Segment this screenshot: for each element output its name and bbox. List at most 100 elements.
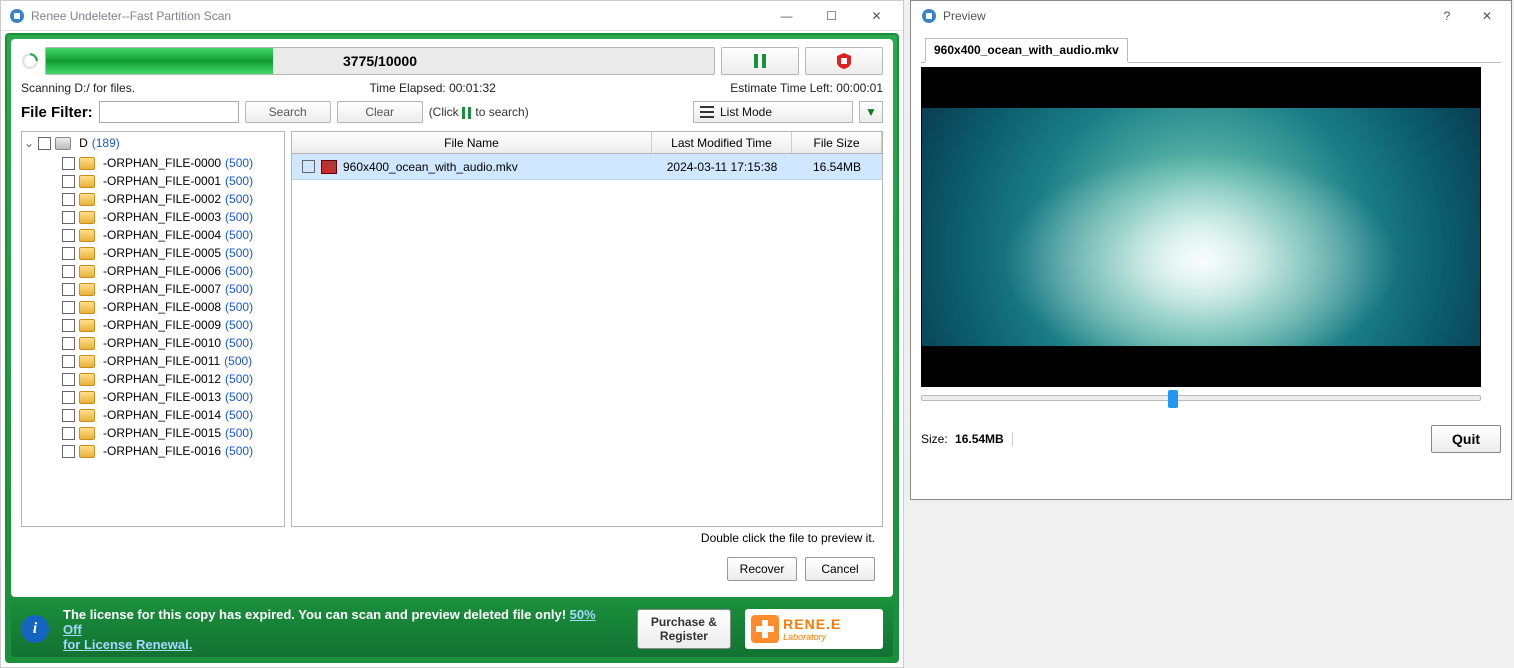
minimize-button[interactable]: — bbox=[764, 2, 809, 30]
folder-icon bbox=[79, 391, 95, 404]
help-button[interactable]: ? bbox=[1427, 2, 1467, 30]
row-checkbox[interactable] bbox=[302, 160, 315, 173]
root-count: (189) bbox=[92, 136, 120, 150]
col-header-size[interactable]: File Size bbox=[792, 132, 882, 153]
close-button[interactable]: ✕ bbox=[854, 2, 899, 30]
slider-thumb[interactable] bbox=[1168, 390, 1178, 408]
item-count: (500) bbox=[225, 210, 253, 224]
item-label: -ORPHAN_FILE-0003 bbox=[103, 210, 221, 224]
tree-item[interactable]: -ORPHAN_FILE-0000 (500) bbox=[22, 154, 284, 172]
tree-item[interactable]: -ORPHAN_FILE-0003 (500) bbox=[22, 208, 284, 226]
tree-item[interactable]: -ORPHAN_FILE-0013 (500) bbox=[22, 388, 284, 406]
tree-item[interactable]: -ORPHAN_FILE-0011 (500) bbox=[22, 352, 284, 370]
tree-root[interactable]: ⌄ D (189) bbox=[22, 132, 284, 154]
estimate-label: Estimate Time Left: 00:00:01 bbox=[730, 81, 883, 95]
col-header-date[interactable]: Last Modified Time bbox=[652, 132, 792, 153]
pause-button[interactable] bbox=[721, 47, 799, 75]
item-checkbox[interactable] bbox=[62, 445, 75, 458]
item-checkbox[interactable] bbox=[62, 229, 75, 242]
stop-button[interactable] bbox=[805, 47, 883, 75]
folder-icon bbox=[79, 193, 95, 206]
item-checkbox[interactable] bbox=[62, 175, 75, 188]
item-checkbox[interactable] bbox=[62, 265, 75, 278]
item-checkbox[interactable] bbox=[62, 319, 75, 332]
quit-button[interactable]: Quit bbox=[1431, 425, 1501, 453]
item-label: -ORPHAN_FILE-0002 bbox=[103, 192, 221, 206]
item-checkbox[interactable] bbox=[62, 157, 75, 170]
tree-item[interactable]: -ORPHAN_FILE-0016 (500) bbox=[22, 442, 284, 460]
row-date: 2024-03-11 17:15:38 bbox=[652, 160, 792, 174]
item-count: (500) bbox=[225, 282, 253, 296]
item-count: (500) bbox=[225, 300, 253, 314]
tree-item[interactable]: -ORPHAN_FILE-0005 (500) bbox=[22, 244, 284, 262]
tree-item[interactable]: -ORPHAN_FILE-0002 (500) bbox=[22, 190, 284, 208]
folder-icon bbox=[79, 283, 95, 296]
tree-item[interactable]: -ORPHAN_FILE-0009 (500) bbox=[22, 316, 284, 334]
tree-item[interactable]: -ORPHAN_FILE-0006 (500) bbox=[22, 262, 284, 280]
item-checkbox[interactable] bbox=[62, 409, 75, 422]
window-controls: — ☐ ✕ bbox=[764, 2, 899, 30]
filter-input[interactable] bbox=[99, 101, 239, 123]
recover-button[interactable]: Recover bbox=[727, 557, 797, 581]
folder-tree[interactable]: ⌄ D (189) -ORPHAN_FILE-0000 (500)-ORPHAN… bbox=[21, 131, 285, 527]
tree-item[interactable]: -ORPHAN_FILE-0001 (500) bbox=[22, 172, 284, 190]
item-checkbox[interactable] bbox=[62, 391, 75, 404]
video-preview[interactable] bbox=[921, 67, 1481, 387]
col-header-name[interactable]: File Name bbox=[292, 132, 652, 153]
list-mode-dropdown[interactable]: ▼ bbox=[859, 101, 883, 123]
item-label: -ORPHAN_FILE-0008 bbox=[103, 300, 221, 314]
list-mode-button[interactable]: List Mode bbox=[693, 101, 853, 123]
list-row[interactable]: 960x400_ocean_with_audio.mkv 2024-03-11 … bbox=[292, 154, 882, 180]
root-checkbox[interactable] bbox=[38, 137, 51, 150]
content-frame: 3775/10000 Scanning D:/ for files. Time … bbox=[5, 33, 899, 663]
app-icon bbox=[9, 8, 25, 24]
main-window: Renee Undeleter--Fast Partition Scan — ☐… bbox=[0, 0, 904, 668]
drive-icon bbox=[55, 137, 71, 150]
folder-icon bbox=[79, 211, 95, 224]
item-checkbox[interactable] bbox=[62, 301, 75, 314]
item-checkbox[interactable] bbox=[62, 373, 75, 386]
cancel-button[interactable]: Cancel bbox=[805, 557, 875, 581]
item-count: (500) bbox=[225, 408, 253, 422]
mkv-icon bbox=[321, 160, 337, 174]
collapse-icon[interactable]: ⌄ bbox=[24, 136, 34, 150]
item-checkbox[interactable] bbox=[62, 427, 75, 440]
search-button[interactable]: Search bbox=[245, 101, 331, 123]
item-label: -ORPHAN_FILE-0001 bbox=[103, 174, 221, 188]
item-checkbox[interactable] bbox=[62, 337, 75, 350]
list-body[interactable]: 960x400_ocean_with_audio.mkv 2024-03-11 … bbox=[292, 154, 882, 526]
folder-icon bbox=[79, 445, 95, 458]
preview-tab[interactable]: 960x400_ocean_with_audio.mkv bbox=[925, 38, 1128, 63]
tree-item[interactable]: -ORPHAN_FILE-0012 (500) bbox=[22, 370, 284, 388]
item-checkbox[interactable] bbox=[62, 247, 75, 260]
item-label: -ORPHAN_FILE-0015 bbox=[103, 426, 221, 440]
item-checkbox[interactable] bbox=[62, 193, 75, 206]
video-seek-slider[interactable] bbox=[921, 395, 1481, 401]
tree-item[interactable]: -ORPHAN_FILE-0015 (500) bbox=[22, 424, 284, 442]
item-checkbox[interactable] bbox=[62, 283, 75, 296]
item-count: (500) bbox=[225, 444, 253, 458]
item-label: -ORPHAN_FILE-0011 bbox=[103, 354, 220, 368]
clear-button[interactable]: Clear bbox=[337, 101, 423, 123]
tree-item[interactable]: -ORPHAN_FILE-0004 (500) bbox=[22, 226, 284, 244]
folder-icon bbox=[79, 229, 95, 242]
tree-item[interactable]: -ORPHAN_FILE-0008 (500) bbox=[22, 298, 284, 316]
tree-item[interactable]: -ORPHAN_FILE-0007 (500) bbox=[22, 280, 284, 298]
main-titlebar: Renee Undeleter--Fast Partition Scan — ☐… bbox=[1, 1, 903, 31]
item-count: (500) bbox=[225, 390, 253, 404]
item-checkbox[interactable] bbox=[62, 211, 75, 224]
tree-item[interactable]: -ORPHAN_FILE-0014 (500) bbox=[22, 406, 284, 424]
maximize-button[interactable]: ☐ bbox=[809, 2, 854, 30]
item-count: (500) bbox=[225, 264, 253, 278]
renewal-link[interactable]: for License Renewal. bbox=[63, 637, 192, 652]
row-filename: 960x400_ocean_with_audio.mkv bbox=[343, 160, 518, 174]
item-label: -ORPHAN_FILE-0010 bbox=[103, 336, 221, 350]
purchase-register-button[interactable]: Purchase & Register bbox=[637, 609, 731, 649]
folder-icon bbox=[79, 373, 95, 386]
item-checkbox[interactable] bbox=[62, 355, 75, 368]
preview-close-button[interactable]: ✕ bbox=[1467, 2, 1507, 30]
item-label: -ORPHAN_FILE-0004 bbox=[103, 228, 221, 242]
stop-shield-icon bbox=[835, 52, 853, 70]
preview-title: Preview bbox=[943, 9, 1427, 23]
tree-item[interactable]: -ORPHAN_FILE-0010 (500) bbox=[22, 334, 284, 352]
